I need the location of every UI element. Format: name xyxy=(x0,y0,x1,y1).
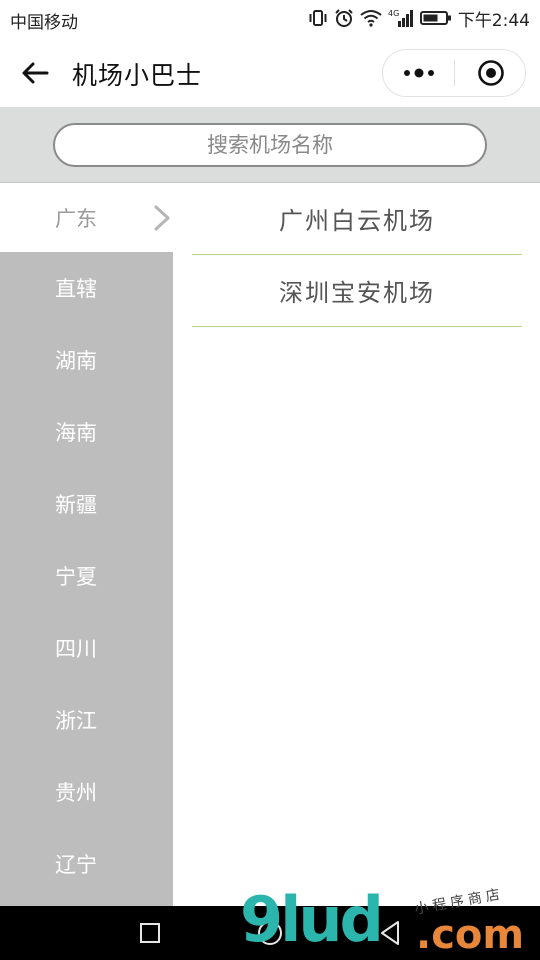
system-nav-bar xyxy=(0,906,540,960)
wifi-icon xyxy=(360,9,382,27)
square-icon xyxy=(140,923,160,943)
sidebar-item-xinjiang[interactable]: 新疆 xyxy=(0,468,173,540)
sidebar-item-label: 宁夏 xyxy=(55,565,97,589)
back-button[interactable] xyxy=(18,56,52,90)
sidebar-item-label: 广东 xyxy=(55,206,97,231)
sidebar-item-ningxia[interactable]: 宁夏 xyxy=(0,540,173,612)
sidebar-item-label: 贵州 xyxy=(55,781,97,805)
carrier-name: 中国移动 xyxy=(10,13,78,33)
sidebar-item-zhixia[interactable]: 直辖 xyxy=(0,252,173,324)
sidebar-item-guangdong[interactable]: 广东 xyxy=(0,183,173,252)
sidebar-item-label: 新疆 xyxy=(55,493,97,517)
back-nav-button[interactable] xyxy=(375,918,405,948)
airport-list: 广州白云机场 深圳宝安机场 xyxy=(192,183,522,327)
alarm-icon xyxy=(334,8,354,28)
sidebar-item-sichuan[interactable]: 四川 xyxy=(0,612,173,684)
close-button[interactable] xyxy=(455,50,527,96)
sidebar-item-label: 辽宁 xyxy=(55,853,97,877)
search-input[interactable] xyxy=(53,123,487,167)
sidebar-item-zhejiang[interactable]: 浙江 xyxy=(0,684,173,756)
sidebar-item-label: 海南 xyxy=(55,421,97,445)
page-title: 机场小巴士 xyxy=(72,61,203,90)
search-area xyxy=(0,108,540,183)
circle-icon xyxy=(258,921,282,945)
airport-item-shenzhen-baoan[interactable]: 深圳宝安机场 xyxy=(192,255,522,327)
battery-icon xyxy=(419,10,452,26)
vibrate-icon xyxy=(308,9,328,27)
sidebar-item-label: 四川 xyxy=(55,637,97,661)
sidebar-item-label: 浙江 xyxy=(55,709,97,733)
target-close-icon xyxy=(478,60,504,86)
menu-capsule xyxy=(382,49,526,97)
nav-bar: 机场小巴士 xyxy=(0,36,540,108)
network-type-label: 4G xyxy=(388,9,399,18)
home-button[interactable] xyxy=(255,918,285,948)
sidebar-item-label: 直辖 xyxy=(55,277,97,301)
sidebar-item-liaoning[interactable]: 辽宁 xyxy=(0,828,173,900)
clock: 下午2:44 xyxy=(457,10,530,31)
recents-button[interactable] xyxy=(135,918,165,948)
airport-item-guangzhou-baiyun[interactable]: 广州白云机场 xyxy=(192,183,522,255)
status-icons: 4G 下午2:44 xyxy=(308,6,530,31)
sidebar-item-label: 湖南 xyxy=(55,349,97,373)
province-sidebar: 广东 直辖 湖南 海南 新疆 宁夏 四川 浙江 贵州 辽宁 xyxy=(0,183,173,906)
more-button[interactable] xyxy=(383,50,455,96)
status-bar: 中国移动 4G 下午2:44 xyxy=(0,0,540,36)
chevron-right-icon xyxy=(154,205,170,231)
more-dots-icon xyxy=(404,68,434,78)
arrow-left-icon xyxy=(22,62,49,84)
signal-icon: 4G xyxy=(388,8,414,28)
triangle-back-icon xyxy=(381,921,399,945)
sidebar-item-hunan[interactable]: 湖南 xyxy=(0,324,173,396)
sidebar-item-guizhou[interactable]: 贵州 xyxy=(0,756,173,828)
sidebar-item-hainan[interactable]: 海南 xyxy=(0,396,173,468)
